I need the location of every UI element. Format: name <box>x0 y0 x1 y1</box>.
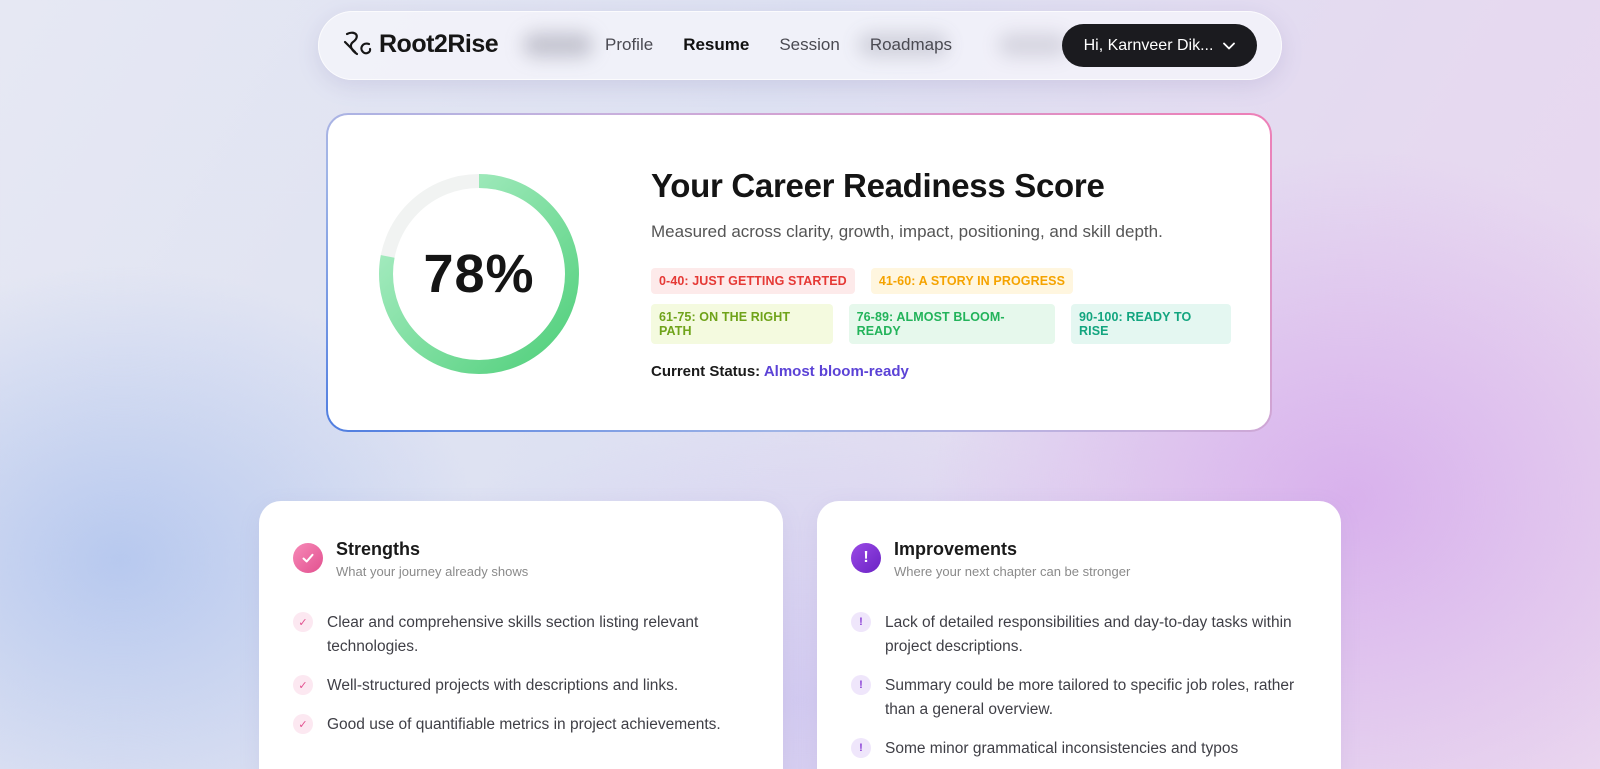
improvements-card: ! Improvements Where your next chapter c… <box>817 501 1341 769</box>
list-item: ! Lack of detailed responsibilities and … <box>851 611 1311 659</box>
user-greeting: Hi, Karnveer Dik... <box>1083 36 1214 54</box>
strengths-subtitle: What your journey already shows <box>336 564 529 579</box>
improvement-text: Summary could be more tailored to specif… <box>885 677 1295 718</box>
strengths-card: Strengths What your journey already show… <box>259 501 783 769</box>
list-item: ! Some minor grammatical inconsistencies… <box>851 737 1311 761</box>
exclamation-circle-icon: ! <box>851 543 881 573</box>
score-percent: 78% <box>423 244 535 304</box>
current-status-label: Current Status: <box>651 363 761 380</box>
list-item: ✓ Good use of quantifiable metrics in pr… <box>293 713 753 737</box>
score-subtitle: Measured across clarity, growth, impact,… <box>651 222 1163 241</box>
check-icon: ✓ <box>293 675 313 695</box>
improvement-text: Some minor grammatical inconsistencies a… <box>885 740 1239 757</box>
nav-link-profile[interactable]: Profile <box>605 35 653 55</box>
range-badge-61-75: 61-75: ON THE RIGHT PATH <box>651 304 833 344</box>
brand-name: Root2Rise <box>379 29 499 58</box>
user-menu-button[interactable]: Hi, Karnveer Dik... <box>1062 24 1257 67</box>
score-title: Your Career Readiness Score <box>651 167 1105 204</box>
exclamation-icon: ! <box>851 675 871 695</box>
list-item: ! Summary could be more tailored to spec… <box>851 674 1311 722</box>
strengths-title: Strengths <box>336 539 421 559</box>
improvements-list: ! Lack of detailed responsibilities and … <box>851 611 1311 769</box>
improvements-subtitle: Where your next chapter can be stronger <box>894 564 1131 579</box>
check-circle-icon <box>293 543 323 573</box>
list-item: ✓ Well-structured projects with descript… <box>293 674 753 698</box>
nav-link-roadmaps[interactable]: Roadmaps <box>870 35 952 55</box>
brand-logo[interactable]: Root2Rise <box>343 28 499 60</box>
exclamation-icon: ! <box>851 612 871 632</box>
range-badge-90-100: 90-100: READY TO RISE <box>1071 304 1232 344</box>
nav-link-resume[interactable]: Resume <box>683 35 749 55</box>
blurred-region <box>523 33 593 57</box>
check-icon: ✓ <box>293 714 313 734</box>
check-icon: ✓ <box>293 612 313 632</box>
blurred-region <box>998 33 1068 57</box>
strength-text: Good use of quantifiable metrics in proj… <box>327 716 721 733</box>
current-status-value: Almost bloom-ready <box>763 363 909 380</box>
score-card-border: 78% Your Career Readiness Score Measured… <box>326 113 1272 432</box>
improvements-title: Improvements <box>894 539 1018 559</box>
root2rise-logo-icon <box>343 31 372 56</box>
strengths-list: ✓ Clear and comprehensive skills section… <box>293 611 753 752</box>
chevron-down-icon <box>1223 42 1236 49</box>
list-item: ✓ Clear and comprehensive skills section… <box>293 611 753 659</box>
score-range-legend: 0-40: JUST GETTING STARTED 41-60: A STOR… <box>651 268 1232 354</box>
top-navbar: Root2Rise Profile Resume Session Roadmap… <box>318 11 1282 80</box>
range-badge-0-40: 0-40: JUST GETTING STARTED <box>651 268 855 294</box>
strength-text: Clear and comprehensive skills section l… <box>327 614 699 655</box>
exclamation-icon: ! <box>851 738 871 758</box>
range-badge-41-60: 41-60: A STORY IN PROGRESS <box>870 268 1074 294</box>
improvement-text: Lack of detailed responsibilities and da… <box>885 614 1292 655</box>
strength-text: Well-structured projects with descriptio… <box>327 677 679 694</box>
nav-links: Profile Resume Session Roadmaps <box>605 35 982 55</box>
current-status: Current Status: Almost bloom-ready <box>651 363 909 380</box>
nav-link-session[interactable]: Session <box>779 35 839 55</box>
career-readiness-card: 78% Your Career Readiness Score Measured… <box>328 115 1270 430</box>
range-badge-76-89: 76-89: ALMOST BLOOM-READY <box>848 304 1055 344</box>
